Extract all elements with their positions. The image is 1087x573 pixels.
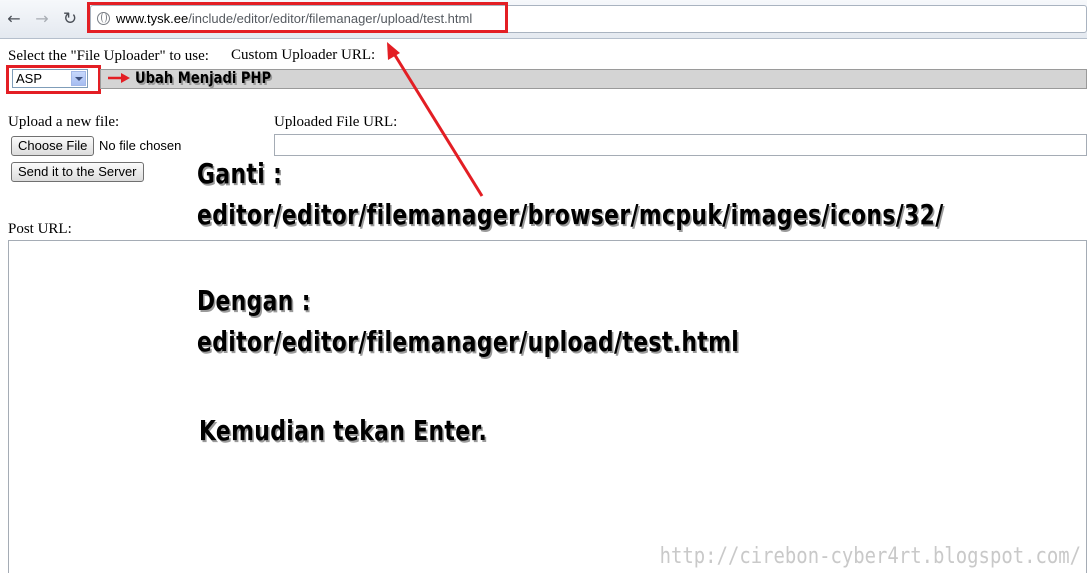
annotation-replace-from: editor/editor/filemanager/browser/mcpuk/… — [197, 198, 944, 231]
watermark-url: http://cirebon-cyber4rt.blogspot.com/ — [659, 544, 1081, 569]
arrow-to-address-bar — [387, 42, 484, 197]
arrow-to-select — [108, 73, 130, 83]
annotation-press-enter: Kemudian tekan Enter. — [199, 414, 488, 447]
annotation-change-to-php: Ubah Menjadi PHP — [135, 68, 272, 87]
annotation-with-heading: Dengan : — [197, 284, 311, 317]
annotation-replace-heading: Ganti : — [197, 157, 283, 190]
annotation-replace-to: editor/editor/filemanager/upload/test.ht… — [197, 325, 740, 358]
